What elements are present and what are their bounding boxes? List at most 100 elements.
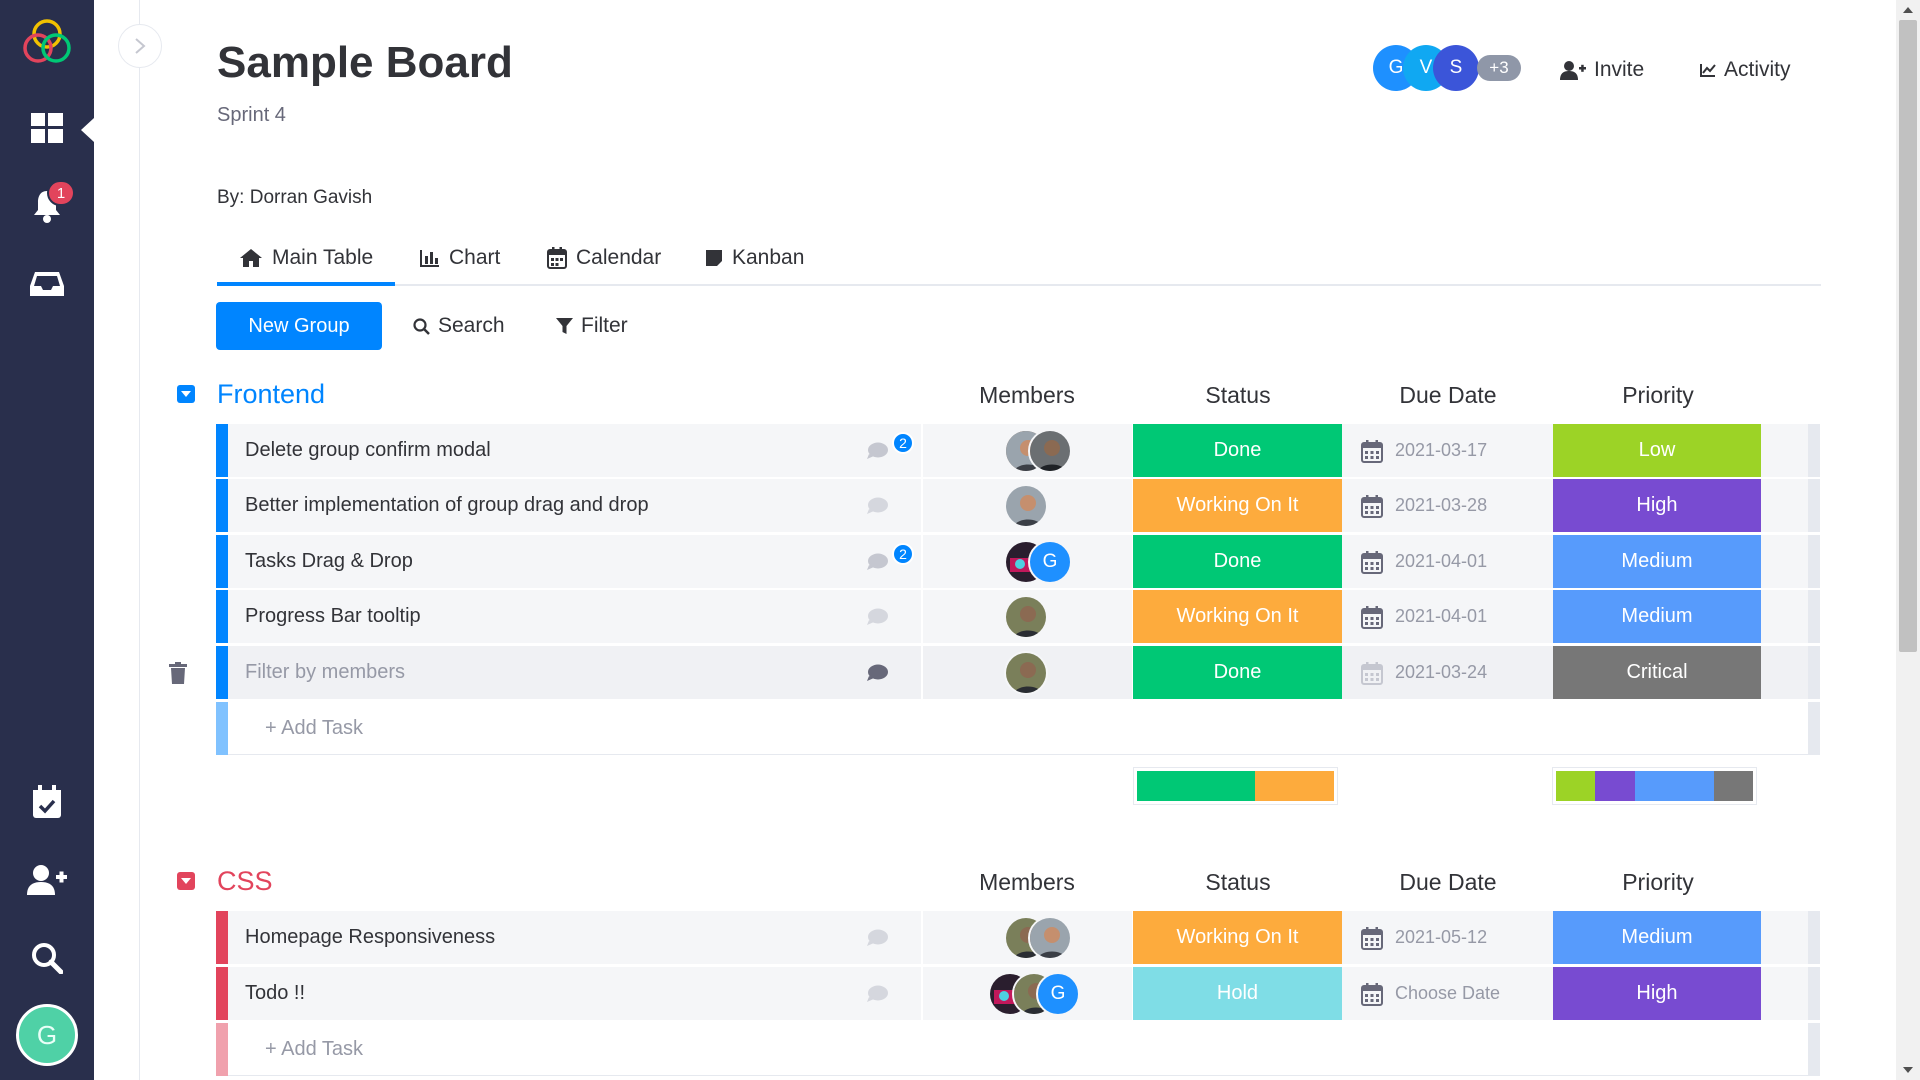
comment-icon[interactable] xyxy=(866,553,888,571)
row-endcap xyxy=(1808,702,1820,755)
expand-panel-button[interactable] xyxy=(118,24,162,68)
comment-icon[interactable] xyxy=(866,497,888,515)
calendar-check-icon[interactable] xyxy=(27,782,67,822)
task-name[interactable]: Filter by members xyxy=(245,646,405,699)
comment-icon[interactable] xyxy=(866,442,888,460)
task-row[interactable]: Tasks Drag & Drop 2 G Done 2021-04-01 Me… xyxy=(216,535,1820,588)
status-cell[interactable]: Working On It xyxy=(1133,590,1342,643)
add-task-row[interactable]: + Add Task xyxy=(216,1023,1820,1076)
task-name[interactable]: Homepage Responsiveness xyxy=(245,911,495,964)
more-members-badge[interactable]: +3 xyxy=(1477,55,1521,81)
invite-button[interactable]: Invite xyxy=(1560,54,1644,86)
members-cell[interactable] xyxy=(922,479,1132,532)
member-avatar[interactable]: S xyxy=(1433,45,1479,91)
invite-label: Invite xyxy=(1594,58,1645,81)
row-endcap xyxy=(1808,1023,1820,1076)
priority-cell[interactable]: High xyxy=(1553,479,1761,532)
comment-icon[interactable] xyxy=(866,664,888,682)
inbox-icon[interactable] xyxy=(27,264,67,304)
members-cell[interactable] xyxy=(922,424,1132,477)
due-date-cell[interactable]: 2021-05-12 xyxy=(1361,911,1541,964)
board-members[interactable]: G V S +3 xyxy=(1373,45,1523,91)
members-cell[interactable] xyxy=(922,646,1132,699)
priority-cell[interactable]: Medium xyxy=(1553,590,1761,643)
scroll-up-arrow[interactable] xyxy=(1900,3,1916,17)
comment-icon[interactable] xyxy=(866,929,888,947)
members-cell[interactable] xyxy=(922,911,1132,964)
task-row[interactable]: Homepage Responsiveness Working On It 20… xyxy=(216,911,1820,964)
group-collapse-toggle[interactable] xyxy=(177,872,195,890)
member-photo xyxy=(1004,651,1048,695)
priority-cell[interactable]: Medium xyxy=(1553,911,1761,964)
due-date-cell[interactable]: 2021-04-01 xyxy=(1361,535,1541,588)
tab-main-table[interactable]: Main Table xyxy=(239,230,373,286)
status-cell[interactable]: Working On It xyxy=(1133,479,1342,532)
calendar-icon xyxy=(1361,982,1383,1006)
group-color-bar xyxy=(216,911,228,964)
task-row[interactable]: Progress Bar tooltip Working On It 2021-… xyxy=(216,590,1820,643)
side-panel xyxy=(94,0,140,1080)
task-row[interactable]: Filter by members Done 2021-03-24 Critic… xyxy=(216,646,1820,699)
comment-icon[interactable] xyxy=(866,608,888,626)
due-date-cell[interactable]: 2021-03-17 xyxy=(1361,424,1541,477)
status-cell[interactable]: Done xyxy=(1133,424,1342,477)
filter-button[interactable]: Filter xyxy=(556,310,628,342)
logo-icon[interactable] xyxy=(22,17,72,67)
member-photo xyxy=(1028,916,1072,960)
status-cell[interactable]: Done xyxy=(1133,646,1342,699)
task-name[interactable]: Delete group confirm modal xyxy=(245,424,491,477)
task-name[interactable]: Progress Bar tooltip xyxy=(245,590,421,643)
task-row[interactable]: Delete group confirm modal 2 Done 2021-0… xyxy=(216,424,1820,477)
members-cell[interactable] xyxy=(922,590,1132,643)
tab-kanban[interactable]: Kanban xyxy=(705,230,804,286)
scrollbar-thumb[interactable] xyxy=(1899,20,1917,652)
due-date-cell[interactable]: 2021-04-01 xyxy=(1361,590,1541,643)
members-cell[interactable]: G xyxy=(922,535,1132,588)
priority-cell[interactable]: High xyxy=(1553,967,1761,1020)
task-name[interactable]: Tasks Drag & Drop xyxy=(245,535,413,588)
filter-label: Filter xyxy=(581,314,628,337)
add-user-icon xyxy=(1560,61,1586,80)
calendar-icon xyxy=(1361,926,1383,950)
tab-calendar[interactable]: Calendar xyxy=(547,230,661,286)
priority-cell[interactable]: Critical xyxy=(1553,646,1761,699)
add-task-input[interactable]: + Add Task xyxy=(265,1023,363,1076)
priority-cell[interactable]: Medium xyxy=(1553,535,1761,588)
add-task-row[interactable]: + Add Task xyxy=(216,702,1820,755)
add-task-input[interactable]: + Add Task xyxy=(265,702,363,755)
app-rail: 1 G xyxy=(0,0,94,1080)
status-cell[interactable]: Done xyxy=(1133,535,1342,588)
group-collapse-toggle[interactable] xyxy=(177,385,195,403)
column-header-status: Status xyxy=(1205,869,1271,895)
task-row[interactable]: Better implementation of group drag and … xyxy=(216,479,1820,532)
trash-icon[interactable] xyxy=(168,662,188,684)
invite-user-icon[interactable] xyxy=(27,860,67,900)
tab-chart[interactable]: Chart xyxy=(420,230,500,286)
activity-button[interactable]: Activity xyxy=(1700,54,1791,86)
home-icon xyxy=(240,249,262,267)
comment-icon[interactable] xyxy=(866,985,888,1003)
status-summary-bar[interactable] xyxy=(1134,768,1337,804)
group-title[interactable]: Frontend xyxy=(217,379,325,410)
priority-summary-bar[interactable] xyxy=(1553,768,1756,804)
due-date-cell[interactable]: 2021-03-24 xyxy=(1361,646,1541,699)
boards-icon[interactable] xyxy=(27,108,67,148)
user-avatar[interactable]: G xyxy=(16,1004,78,1066)
due-date-cell[interactable]: Choose Date xyxy=(1361,967,1541,1020)
new-group-button[interactable]: New Group xyxy=(216,302,382,350)
board-title[interactable]: Sample Board xyxy=(217,38,513,88)
priority-cell[interactable]: Low xyxy=(1553,424,1761,477)
search-icon[interactable] xyxy=(27,938,67,978)
status-cell[interactable]: Hold xyxy=(1133,967,1342,1020)
members-cell[interactable]: G xyxy=(922,967,1132,1020)
status-cell[interactable]: Working On It xyxy=(1133,911,1342,964)
active-tab-indicator xyxy=(217,282,395,286)
task-name[interactable]: Todo !! xyxy=(245,967,305,1020)
task-name[interactable]: Better implementation of group drag and … xyxy=(245,479,649,532)
search-button[interactable]: Search xyxy=(413,310,505,342)
due-date-cell[interactable]: 2021-03-28 xyxy=(1361,479,1541,532)
task-row[interactable]: Todo !! G Hold Choose Date High xyxy=(216,967,1820,1020)
board-subtitle[interactable]: Sprint 4 xyxy=(217,104,286,127)
scroll-down-arrow[interactable] xyxy=(1900,1063,1916,1077)
group-title[interactable]: CSS xyxy=(217,866,273,897)
